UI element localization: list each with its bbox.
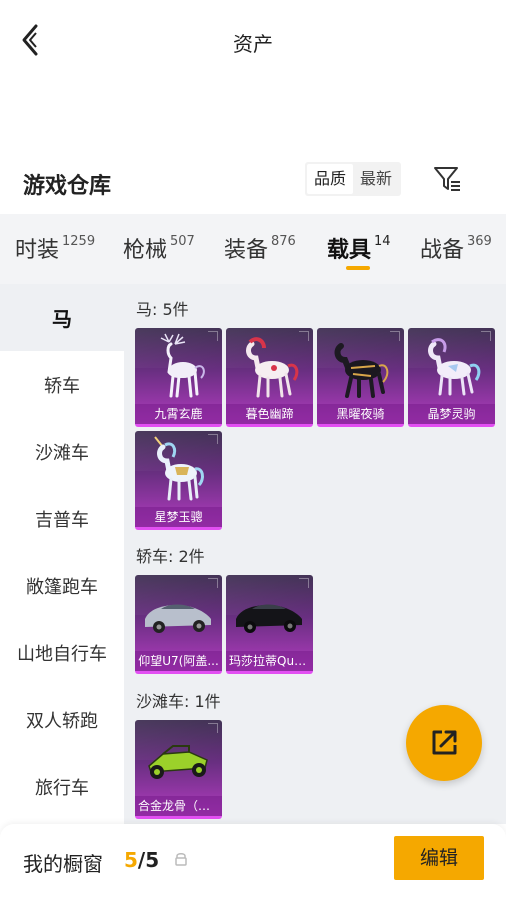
tab-supplies[interactable]: 战备 369 [420,232,492,264]
item-card[interactable]: 九霄玄鹿 [135,328,222,427]
group-label-buggy: 沙滩车: 1件 [136,692,221,711]
sidebar-item-coupe[interactable]: 双人轿跑 [0,686,124,753]
page-title: 资产 [233,32,273,56]
sidebar-item-buggy[interactable]: 沙滩车 [0,418,124,485]
tab-label: 装备 [224,238,269,263]
item-card[interactable]: 晶梦灵驹 [408,328,495,427]
showcase-count: 5/5 [124,848,159,872]
sidebar-item-sedan[interactable]: 轿车 [0,351,124,418]
tab-label: 枪械 [123,238,168,263]
sort-by-quality[interactable]: 品质 [307,164,354,194]
vehicle-type-sidebar: 马 轿车 沙滩车 吉普车 敞篷跑车 山地自行车 双人轿跑 旅行车 [0,284,124,824]
share-button[interactable] [406,705,482,781]
item-name: 星梦玉骢 [135,507,222,527]
sidebar-item-jeep[interactable]: 吉普车 [0,485,124,552]
filter-icon[interactable] [432,164,462,194]
warehouse-header: 游戏仓库 品质 最新 [0,160,506,206]
sort-toggle: 品质 最新 [305,162,402,196]
top-bar: 资产 [0,0,506,80]
category-tabs: 时装 1259 枪械 507 装备 876 载具 14 战备 369 [0,214,506,284]
active-tab-indicator [346,266,370,270]
share-external-icon [432,730,457,755]
black-gold-horse-icon [334,343,389,398]
tab-count: 14 [374,234,391,249]
item-name: 九霄玄鹿 [135,404,222,424]
item-card[interactable]: 暮色幽蹄 [226,328,313,427]
showcase-current: 5 [124,848,138,872]
tab-weapons[interactable]: 枪械 507 [123,232,195,264]
item-card[interactable]: 合金龙骨（绿... [135,720,222,819]
item-card[interactable]: 玛莎拉蒂Qua... [226,575,313,674]
item-name: 玛莎拉蒂Qua... [226,651,313,671]
item-grid-horse: 九霄玄鹿 暮色幽蹄 黑曜夜骑 晶梦灵驹 星梦玉骢 [135,328,499,530]
tab-vehicles[interactable]: 载具 14 [327,232,391,264]
section-title: 游戏仓库 [23,174,112,199]
tab-label: 战备 [420,238,465,263]
item-name: 晶梦灵驹 [408,404,495,424]
white-stag-icon [160,333,205,398]
sidebar-item-mountain-bike[interactable]: 山地自行车 [0,619,124,686]
showcase-bar: 我的橱窗 5/5 编辑 [0,824,506,897]
item-card[interactable]: 黑曜夜骑 [317,328,404,427]
tab-label: 载具 [327,238,372,263]
sidebar-item-horse[interactable]: 马 [0,284,124,351]
item-name: 仰望U7(阿盖... [135,651,222,671]
lock-icon [174,851,188,867]
showcase-label: 我的橱窗 [23,852,103,876]
red-white-horse-icon [246,337,299,398]
item-name: 暮色幽蹄 [226,404,313,424]
item-card[interactable]: 仰望U7(阿盖... [135,575,222,674]
tab-count: 507 [170,234,195,249]
tab-count: 1259 [62,234,96,249]
item-grid-sedan: 仰望U7(阿盖... 玛莎拉蒂Qua... [135,575,499,674]
crystal-horse-icon [428,338,481,396]
silver-sedan-icon [145,604,211,633]
unicorn-icon [154,436,204,501]
green-buggy-icon [148,745,208,779]
showcase-total: /5 [137,848,160,872]
sidebar-item-convertible[interactable]: 敞篷跑车 [0,552,124,619]
group-label-sedan: 轿车: 2件 [136,547,205,566]
black-sedan-icon [236,604,302,633]
item-name: 黑曜夜骑 [317,404,404,424]
tab-fashion[interactable]: 时装 1259 [15,232,95,264]
tab-count: 369 [467,234,492,249]
item-card[interactable]: 星梦玉骢 [135,431,222,530]
tab-count: 876 [271,234,296,249]
tab-equipment[interactable]: 装备 876 [224,232,296,264]
group-label-horse: 马: 5件 [136,300,189,319]
sidebar-item-touring[interactable]: 旅行车 [0,753,124,820]
edit-button[interactable]: 编辑 [394,836,484,880]
sort-by-latest[interactable]: 最新 [353,164,399,194]
tab-label: 时装 [15,238,60,263]
item-name: 合金龙骨（绿... [135,796,222,816]
